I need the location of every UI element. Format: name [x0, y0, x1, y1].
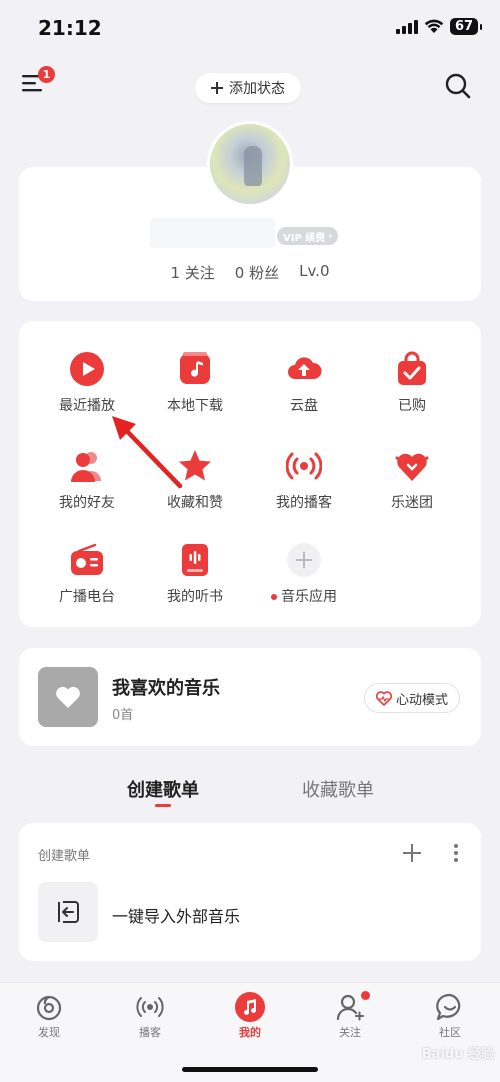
- heart-fan-icon: [395, 453, 429, 481]
- liked-music-count: 0首: [112, 708, 134, 723]
- friends-icon: [71, 452, 101, 482]
- nav-follow[interactable]: 关注: [320, 991, 380, 1040]
- liked-music-cover[interactable]: [38, 667, 98, 727]
- grid-label: 云盘: [290, 398, 318, 414]
- nav-label: 我的: [239, 1026, 261, 1039]
- level-label[interactable]: Lv.0: [299, 262, 329, 283]
- more-vertical-icon: [454, 844, 458, 862]
- star-icon: [179, 450, 211, 481]
- home-indicator: [182, 1067, 318, 1072]
- nav-mine[interactable]: 我的: [220, 992, 280, 1040]
- chevron-right-icon: ›: [328, 230, 333, 242]
- heartbeat-mode-label: 心动模式: [396, 692, 449, 708]
- tab-active-indicator: [155, 804, 171, 807]
- heartbeat-icon: [376, 690, 392, 706]
- menu-button[interactable]: 1: [22, 66, 55, 96]
- liked-music-title[interactable]: 我喜欢的音乐: [112, 674, 220, 700]
- cloud-upload-icon: [288, 357, 322, 379]
- audiobook-icon: [182, 544, 208, 576]
- discover-icon: [36, 995, 62, 1021]
- grid-label: 乐迷团: [391, 495, 433, 511]
- search-button[interactable]: [444, 72, 472, 100]
- shopping-bag-check-icon: [398, 351, 426, 385]
- grid-label: 最近播放: [59, 398, 115, 414]
- wifi-icon: [424, 19, 444, 33]
- grid-label: 本地下载: [167, 398, 223, 414]
- vip-renew-tag[interactable]: VIP 续费 ›: [277, 227, 339, 245]
- import-music-label[interactable]: 一键导入外部音乐: [112, 903, 240, 927]
- grid-label: 广播电台: [59, 589, 115, 605]
- playlists-section-title: 创建歌单: [38, 849, 91, 864]
- tab-created-playlists[interactable]: 创建歌单: [127, 776, 199, 802]
- add-status-button[interactable]: 添加状态: [195, 73, 301, 103]
- grid-item-music-apps[interactable]: 音乐应用: [249, 542, 359, 606]
- fans-count[interactable]: 0 粉丝: [235, 262, 279, 283]
- shortcut-grid: 最近播放 本地下载 云盘 已购 我的好友 收藏和赞 我的播客 乐迷团 广播电台 …: [19, 321, 481, 627]
- community-chat-icon: [436, 993, 461, 1021]
- new-dot: [271, 594, 277, 600]
- nav-label: 关注: [339, 1026, 361, 1039]
- grid-label: 已购: [398, 398, 426, 414]
- radio-icon: [71, 543, 103, 575]
- add-status-label: 添加状态: [229, 81, 285, 97]
- heartbeat-mode-button[interactable]: 心动模式: [364, 683, 461, 713]
- plus-icon: [403, 844, 421, 862]
- battery-indicator: 67: [450, 18, 482, 35]
- username-blurred[interactable]: [150, 218, 275, 248]
- new-notification-dot: [361, 991, 370, 1000]
- import-icon: [58, 901, 79, 923]
- grid-item-my-podcast[interactable]: 我的播客: [249, 448, 359, 512]
- play-circle-icon: [70, 352, 104, 386]
- create-playlist-button[interactable]: [401, 842, 423, 864]
- vip-tag-label: VIP 续费: [283, 232, 326, 244]
- grid-item-radio-station[interactable]: 广播电台: [32, 542, 142, 606]
- playlists-more-button[interactable]: [452, 842, 460, 864]
- import-music-cover[interactable]: [38, 882, 98, 942]
- grid-label-with-dot: 音乐应用: [249, 586, 359, 606]
- avatar[interactable]: [207, 121, 293, 207]
- search-icon: [445, 73, 471, 99]
- follow-count[interactable]: 1 关注: [170, 262, 214, 283]
- grid-item-purchased[interactable]: 已购: [357, 351, 467, 415]
- grid-item-cloud-disk[interactable]: 云盘: [249, 351, 359, 415]
- plus-icon: [287, 543, 321, 577]
- nav-community[interactable]: 社区: [420, 992, 480, 1040]
- grid-label: 音乐应用: [281, 589, 337, 605]
- profile-stats: 1 关注 0 粉丝 Lv.0: [0, 262, 500, 283]
- grid-label: 收藏和赞: [167, 495, 223, 511]
- grid-item-audiobook[interactable]: 我的听书: [140, 542, 250, 606]
- nav-label: 播客: [139, 1026, 161, 1039]
- notification-badge: 1: [38, 66, 55, 83]
- grid-label: 我的听书: [167, 589, 223, 605]
- signal-icon: [396, 19, 418, 34]
- broadcast-icon: [286, 452, 322, 480]
- grid-label: 我的好友: [59, 495, 115, 511]
- grid-item-favorites-likes[interactable]: 收藏和赞: [140, 448, 250, 512]
- status-icons: 67: [396, 18, 482, 35]
- music-note-icon: [235, 992, 265, 1022]
- heart-icon: [56, 686, 80, 708]
- grid-item-fan-club[interactable]: 乐迷团: [357, 448, 467, 512]
- nav-label: 社区: [439, 1026, 461, 1039]
- music-note-box-icon: [180, 352, 210, 384]
- grid-item-my-friends[interactable]: 我的好友: [32, 448, 142, 512]
- plus-icon: [211, 82, 223, 94]
- grid-label: 我的播客: [276, 495, 332, 511]
- nav-podcast[interactable]: 播客: [120, 992, 180, 1040]
- grid-item-recent-play[interactable]: 最近播放: [32, 351, 142, 415]
- podcast-icon: [136, 997, 164, 1017]
- tab-collected-playlists[interactable]: 收藏歌单: [302, 776, 374, 802]
- watermark: Baidu 经验: [421, 1047, 494, 1062]
- nav-label: 发现: [38, 1026, 60, 1039]
- nav-discover[interactable]: 发现: [19, 992, 79, 1040]
- status-time: 21:12: [38, 16, 102, 40]
- grid-item-local-download[interactable]: 本地下载: [140, 351, 250, 415]
